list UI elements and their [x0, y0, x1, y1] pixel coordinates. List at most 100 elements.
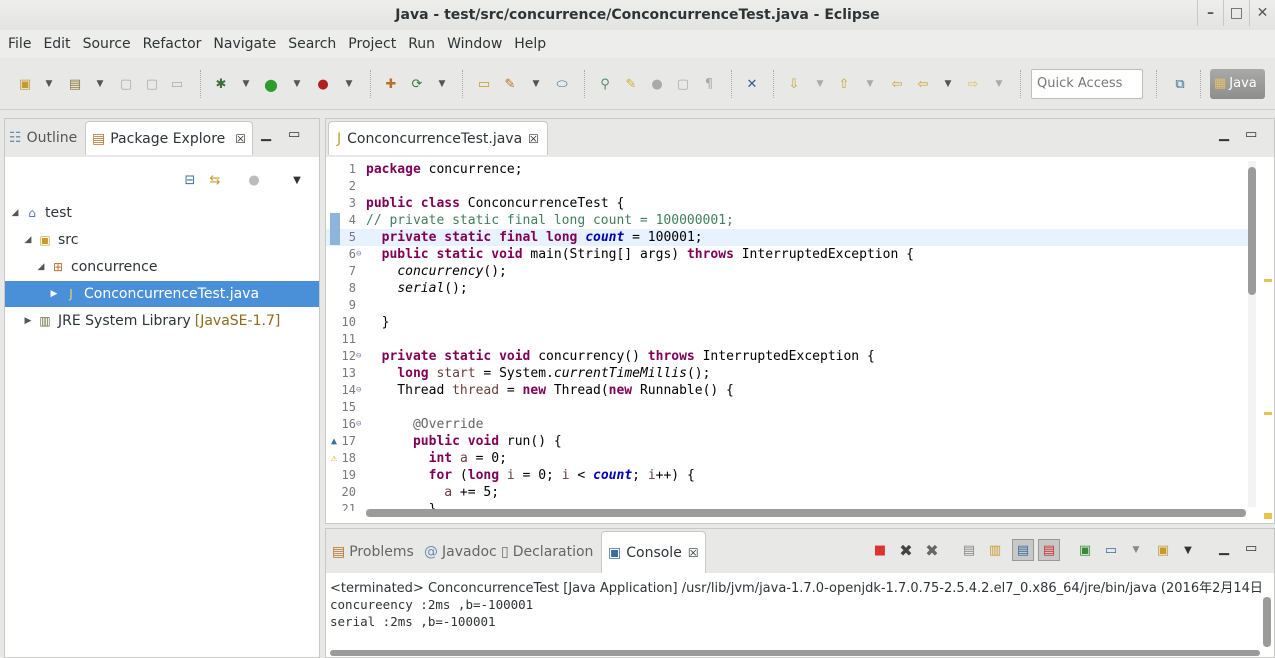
menu-source[interactable]: Source [77, 36, 137, 52]
tree-item-project-test[interactable]: ◢ ⌂ test [5, 200, 319, 226]
collapsed-chevron-icon[interactable]: ▶ [22, 316, 34, 326]
expanded-chevron-icon[interactable]: ◢ [9, 208, 21, 218]
remove-all-terminated-icon[interactable]: ✖ [923, 541, 941, 560]
mark-occurrences-icon[interactable]: ✎ [622, 75, 640, 93]
external-tools-icon[interactable]: ● [314, 75, 332, 93]
maximize-button[interactable]: □ [1223, 0, 1249, 26]
close-tab-icon[interactable]: ☒ [528, 132, 539, 146]
new-icon[interactable]: ▣ [16, 75, 34, 93]
print-icon[interactable]: ▭ [168, 75, 186, 93]
maximize-console-icon[interactable]: ▭ [1245, 541, 1257, 556]
new-java-package-icon[interactable]: ✚ [382, 75, 400, 93]
scrollbar-thumb[interactable] [1263, 597, 1271, 647]
toggle-breadcrumb-icon[interactable]: ⚲ [596, 75, 614, 93]
expanded-chevron-icon[interactable]: ◢ [35, 262, 47, 272]
forward-icon[interactable]: ⇨ [964, 75, 982, 93]
save-icon[interactable]: ▢ [117, 75, 135, 93]
minimize-editor-icon[interactable]: ▁ [1219, 127, 1229, 142]
tree-item-java-file[interactable]: ▶ J ConconcurrenceTest.java [5, 281, 319, 307]
pin-console-icon[interactable]: ▣ [1076, 541, 1094, 559]
new-java-class-icon[interactable]: ⟳ [408, 75, 426, 93]
open-console-icon[interactable]: ▣ [1154, 541, 1172, 559]
scroll-lock-icon[interactable]: ▥ [986, 541, 1004, 559]
menu-file[interactable]: File [2, 36, 37, 52]
editor-vertical-scrollbar[interactable] [1248, 161, 1256, 507]
java-perspective-button[interactable]: ▦ Java [1210, 69, 1265, 99]
next-annotation-icon[interactable]: ⇩ [785, 75, 803, 93]
clear-console-icon[interactable]: ▤ [960, 541, 978, 559]
new-wizard-icon[interactable]: ▤ [66, 75, 84, 93]
tree-item-jre-library[interactable]: ▶ ▥ JRE System Library [JavaSE-1.7] [5, 308, 319, 334]
show-on-stderr-icon[interactable]: ▤ [1038, 539, 1060, 561]
minimize-console-icon[interactable]: ▁ [1219, 541, 1229, 556]
menu-search[interactable]: Search [282, 36, 342, 52]
view-menu-chevron-icon[interactable]: ▼ [288, 171, 306, 189]
open-type-icon[interactable]: ▭ [475, 75, 493, 93]
fold-icon[interactable]: ⊖ [356, 348, 361, 365]
menu-edit[interactable]: Edit [37, 36, 76, 52]
open-perspective-icon[interactable]: ⧉ [1171, 75, 1189, 93]
fold-icon[interactable]: ⊖ [356, 382, 361, 399]
close-window-button[interactable]: ✕ [1249, 0, 1275, 26]
tree-item-src[interactable]: ◢ ▣ src [5, 227, 319, 253]
back-dropdown-chevron-icon[interactable]: ▼ [939, 75, 957, 93]
minimize-button[interactable]: – [1197, 0, 1223, 26]
console-horizontal-scrollbar[interactable] [330, 650, 1260, 656]
expanded-chevron-icon[interactable]: ◢ [22, 235, 34, 245]
collapsed-chevron-icon[interactable]: ▶ [48, 289, 60, 299]
save-all-icon[interactable]: ▢ [143, 75, 161, 93]
tree-item-package-concurrence[interactable]: ◢ ⊞ concurrence [5, 254, 319, 280]
menu-help[interactable]: Help [508, 36, 552, 52]
next-annotation-dropdown-chevron-icon[interactable]: ▼ [811, 75, 829, 93]
quick-access-input[interactable]: Quick Access [1031, 69, 1143, 99]
tab-javadoc[interactable]: @ Javadoc [424, 537, 497, 567]
menu-run[interactable]: Run [402, 36, 441, 52]
external-tools-dropdown-chevron-icon[interactable]: ▼ [340, 75, 358, 93]
pin-editor-icon[interactable]: ✕ [743, 75, 761, 93]
fold-icon[interactable]: ⊖ [356, 246, 361, 263]
menu-project[interactable]: Project [342, 36, 402, 52]
run-icon[interactable]: ● [262, 75, 280, 94]
menu-window[interactable]: Window [441, 36, 508, 52]
wizard-dropdown-chevron-icon[interactable]: ▼ [91, 75, 109, 93]
show-invisible-icon[interactable]: ¶ [700, 75, 718, 93]
open-task-icon[interactable]: ✎ [501, 75, 519, 93]
editor-tab-conconcurrencetest[interactable]: J ConconcurrenceTest.java ☒ [328, 121, 548, 155]
console-vertical-scrollbar[interactable] [1263, 597, 1271, 647]
show-on-stdout-icon[interactable]: ▤ [1012, 539, 1034, 561]
menu-refactor[interactable]: Refactor [137, 36, 208, 52]
terminate-icon[interactable]: ■ [871, 541, 889, 559]
collapse-all-icon[interactable]: ⊟ [181, 171, 199, 189]
maximize-view-icon[interactable]: ▭ [288, 127, 300, 142]
open-console-chevron-icon[interactable]: ▼ [1179, 541, 1197, 559]
editor-horizontal-scrollbar[interactable] [366, 509, 1246, 517]
link-with-editor-icon[interactable]: ⇆ [206, 171, 224, 189]
overview-ruler-marker[interactable] [1264, 513, 1272, 519]
close-tab-icon[interactable]: ☒ [688, 546, 699, 560]
forward-dropdown-chevron-icon[interactable]: ▼ [990, 75, 1008, 93]
last-edit-location-icon[interactable]: ⇦ [888, 75, 906, 93]
tab-console[interactable]: ▣ Console ☒ [601, 531, 706, 573]
debug-icon[interactable]: ✱ [212, 75, 230, 93]
debug-dropdown-chevron-icon[interactable]: ▼ [237, 75, 255, 93]
scrollbar-thumb[interactable] [366, 509, 1246, 517]
remove-launch-icon[interactable]: ✖ [897, 541, 915, 560]
scrollbar-thumb[interactable] [1248, 167, 1256, 295]
code-area[interactable]: 1 package concurrence; 2 3 public class Co… [326, 161, 1250, 511]
display-console-chevron-icon[interactable]: ▼ [1127, 541, 1145, 559]
previous-annotation-icon[interactable]: ⇧ [835, 75, 853, 93]
minimize-view-icon[interactable]: ▁ [261, 127, 271, 142]
previous-annotation-dropdown-chevron-icon[interactable]: ▼ [861, 75, 879, 93]
display-console-icon[interactable]: ▭ [1102, 541, 1120, 559]
tab-package-explorer[interactable]: ▤ Package Explore ☒ [85, 121, 254, 155]
tab-outline[interactable]: ☷ Outline [9, 121, 77, 155]
tab-problems[interactable]: ▤ Problems [332, 537, 414, 567]
tab-declaration[interactable]: ▯ Declaration [501, 537, 593, 567]
overview-ruler-marker[interactable] [1264, 279, 1272, 282]
show-whitespace-icon[interactable]: ▢ [674, 75, 692, 93]
new-class-dropdown-chevron-icon[interactable]: ▼ [433, 75, 451, 93]
task-dropdown-chevron-icon[interactable]: ▼ [527, 75, 545, 93]
overview-ruler-marker[interactable] [1264, 412, 1272, 415]
close-tab-icon[interactable]: ☒ [235, 132, 246, 146]
new-dropdown-chevron-icon[interactable]: ▼ [40, 75, 58, 93]
